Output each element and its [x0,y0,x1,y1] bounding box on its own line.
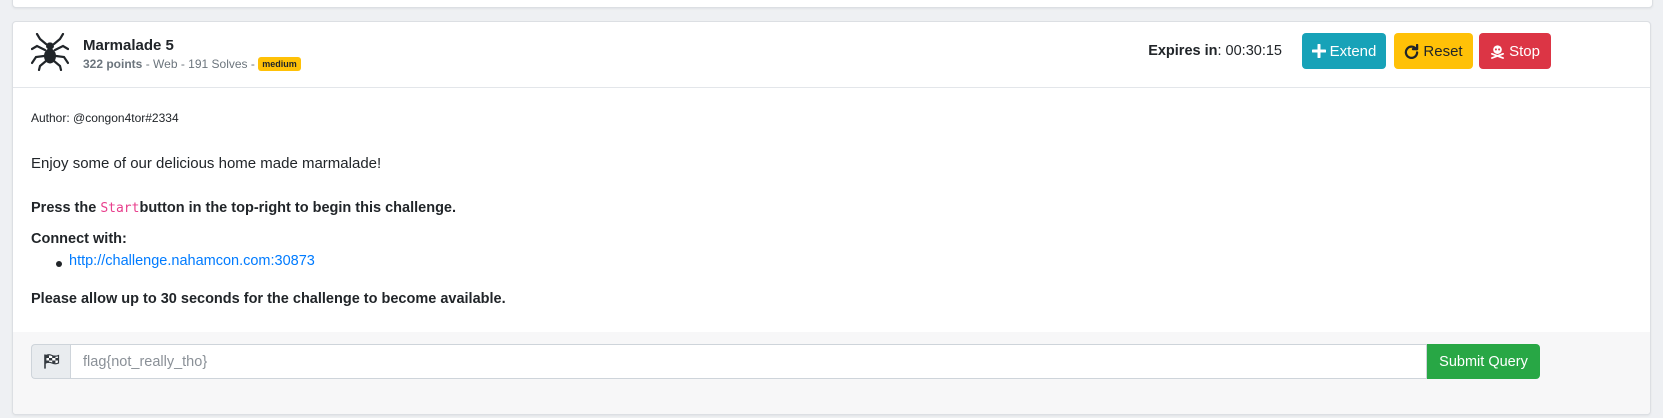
connect-label: Connect with: [31,231,127,247]
stop-button[interactable]: Stop [1479,33,1551,69]
start-code: Start [100,201,140,216]
expires-timer: Expires in: 00:30:15 [1148,43,1282,59]
redo-icon [1405,43,1419,59]
extend-button[interactable]: Extend [1302,33,1386,69]
list-bullet [56,261,62,267]
start-instruction-suffix: button in the top-right to begin this ch… [139,200,457,216]
challenge-points: 322 points [83,57,143,71]
challenge-category: Web [153,57,178,71]
challenge-card: Marmalade 5 322 points - Web - 191 Solve… [12,21,1651,415]
meta-separator: - [177,57,189,71]
challenge-meta: 322 points - Web - 191 Solves - medium [83,57,301,71]
submit-flag-button[interactable]: Submit Query [1427,344,1540,379]
reset-button[interactable]: Reset [1394,33,1473,69]
challenge-solves: 191 Solves [188,57,248,71]
challenge-header: Marmalade 5 322 points - Web - 191 Solve… [13,22,1650,88]
meta-separator: - [247,57,259,71]
meta-separator: - [142,57,154,71]
previous-card-edge [12,0,1653,8]
start-instruction: Press the Startbutton in the top-right t… [31,200,456,216]
expires-value: : 00:30:15 [1217,43,1283,59]
flag-submit-form: Submit Query [13,332,1650,414]
connect-link[interactable]: http://challenge.nahamcon.com:30873 [69,253,315,269]
spider-icon [31,33,69,71]
extend-label: Extend [1329,42,1377,60]
challenge-author: Author: @congon4tor#2334 [31,111,179,125]
expires-label: Expires in [1148,43,1218,59]
challenge-body: Author: @congon4tor#2334 Enjoy some of o… [13,88,1650,338]
reset-label: Reset [1423,42,1463,60]
checkered-flag-icon [43,354,59,369]
challenge-description: Enjoy some of our delicious home made ma… [31,155,382,172]
challenge-title: Marmalade 5 [83,37,174,54]
flag-addon [31,344,70,379]
skull-crossbones-icon [1491,44,1505,59]
availability-note: Please allow up to 30 seconds for the ch… [31,291,506,307]
flag-input[interactable] [70,344,1427,379]
plus-icon [1311,44,1326,58]
difficulty-badge: medium [258,57,301,71]
stop-label: Stop [1509,42,1540,60]
start-instruction-prefix: Press the [31,200,101,216]
